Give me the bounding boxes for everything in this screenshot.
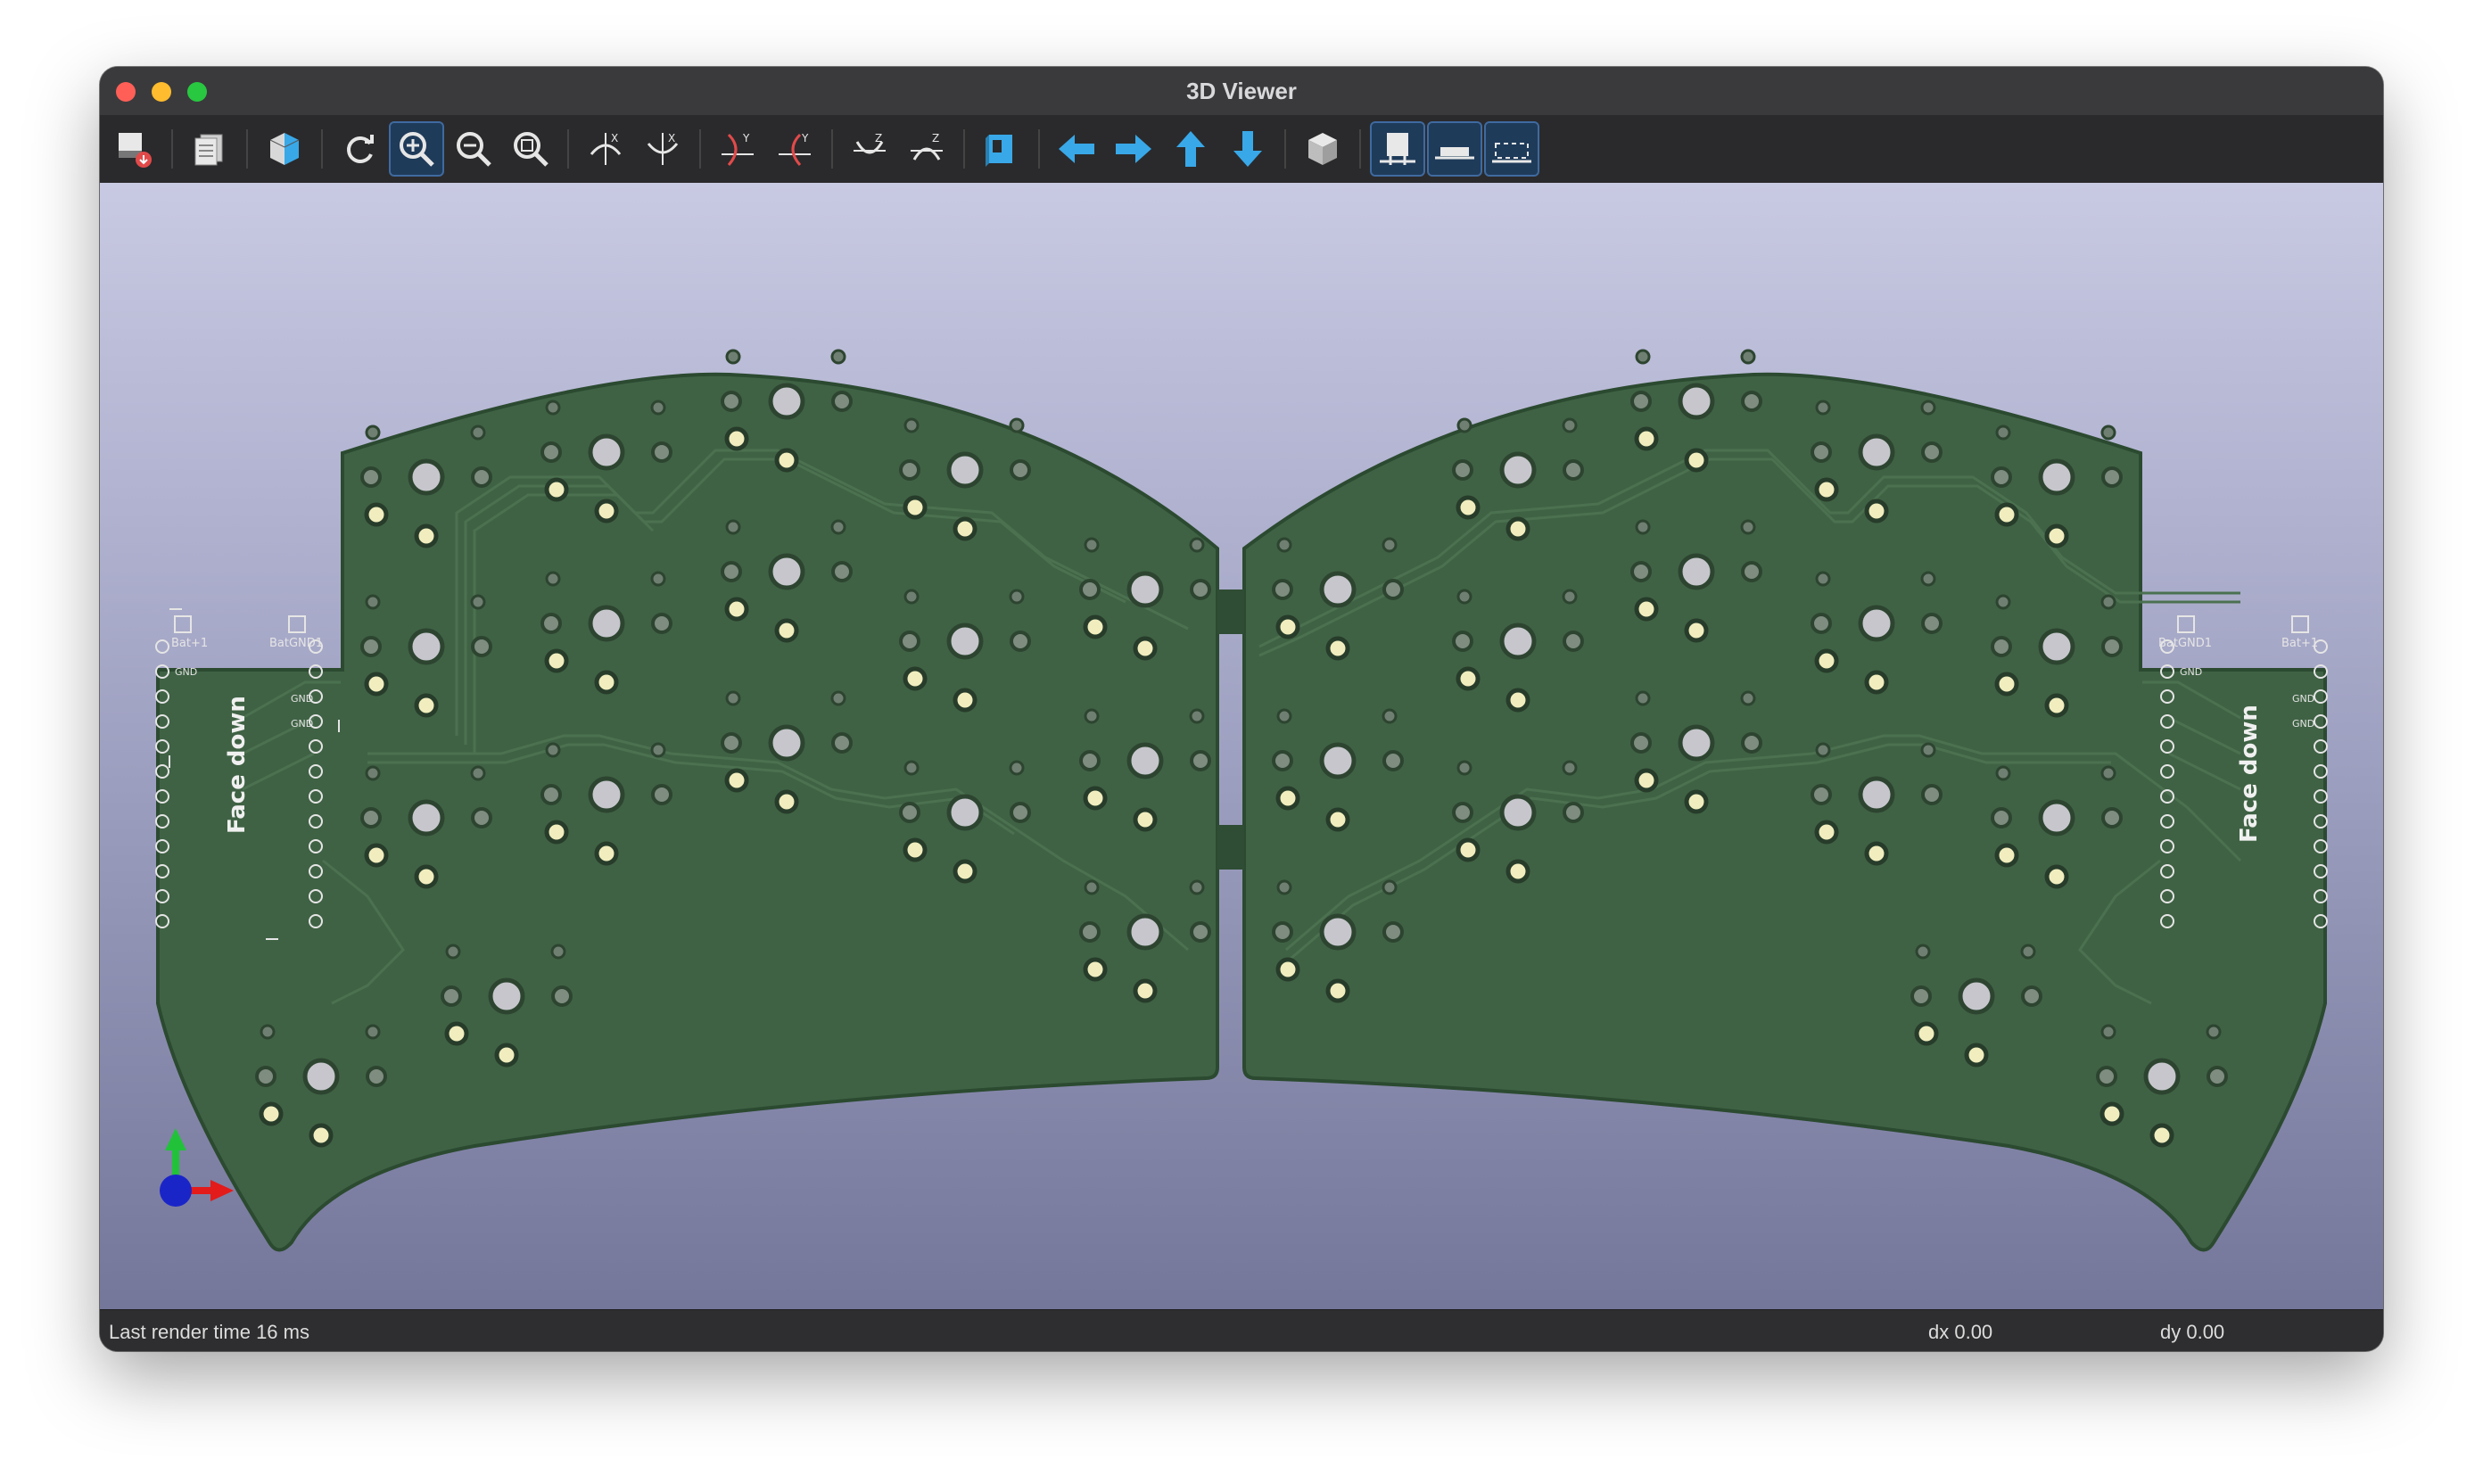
pin-label-gnd-right-2: GND bbox=[2292, 693, 2314, 705]
toolbar: X X Y Y Z Z bbox=[100, 115, 2383, 183]
maximize-window-button[interactable] bbox=[187, 82, 207, 102]
svg-text:Z: Z bbox=[875, 132, 882, 144]
rotate-x-cw-button[interactable]: X bbox=[580, 123, 631, 175]
move-down-button[interactable] bbox=[1222, 123, 1274, 175]
bridge-pads bbox=[1217, 589, 1244, 870]
rotate-y-cw-button[interactable]: Y bbox=[712, 123, 763, 175]
move-left-button[interactable] bbox=[1051, 123, 1102, 175]
status-bar: Last render time 16 ms dx 0.00 dy 0.00 bbox=[100, 1309, 2383, 1351]
export-image-button[interactable] bbox=[109, 123, 161, 175]
zoom-fit-button[interactable] bbox=[505, 123, 557, 175]
viewer-window: 3D Viewer X X Y Y Z Z Bat+1 BatGND1 GND … bbox=[100, 67, 2383, 1351]
show-smd-button[interactable] bbox=[1427, 121, 1482, 177]
toolbar-separator bbox=[699, 129, 701, 169]
pin-label-gnd-left-2: GND bbox=[291, 693, 313, 705]
rotate-y-icon: Y bbox=[722, 132, 754, 166]
rotate-y-icon: Y bbox=[779, 132, 811, 166]
smd-icon bbox=[1435, 147, 1474, 160]
toolbar-separator bbox=[1359, 129, 1361, 169]
3d-viewport[interactable]: Bat+1 BatGND1 GND GND GND Face down BatG… bbox=[100, 183, 2383, 1309]
refresh-icon bbox=[347, 135, 374, 163]
copy-icon bbox=[194, 134, 223, 166]
toolbar-separator bbox=[246, 129, 248, 169]
zoom-out-icon bbox=[457, 132, 491, 167]
show-tht-button[interactable] bbox=[1370, 121, 1425, 177]
pin-label-gnd-left-1: GND bbox=[175, 666, 197, 678]
toolbar-separator bbox=[1284, 129, 1286, 169]
silkscreen-face-down-left: Face down bbox=[224, 696, 251, 834]
reload-button[interactable] bbox=[334, 123, 385, 175]
show-virtual-button[interactable] bbox=[1484, 121, 1539, 177]
svg-text:Z: Z bbox=[932, 132, 939, 144]
move-right-button[interactable] bbox=[1108, 123, 1159, 175]
pin-label-batgnd-right: BatGND1 bbox=[2158, 637, 2212, 650]
dx-readout: dx 0.00 bbox=[1928, 1321, 1993, 1343]
toolbar-separator bbox=[567, 129, 569, 169]
pcb-right-half bbox=[1242, 372, 2327, 1252]
toolbar-separator bbox=[321, 129, 323, 169]
zoom-in-button[interactable] bbox=[389, 121, 444, 177]
rotate-y-ccw-button[interactable]: Y bbox=[769, 123, 821, 175]
toolbar-separator bbox=[963, 129, 965, 169]
toolbar-separator bbox=[831, 129, 833, 169]
rotate-x-ccw-button[interactable]: X bbox=[637, 123, 689, 175]
render-time-text: Last render time 16 ms bbox=[109, 1321, 309, 1343]
svg-text:X: X bbox=[668, 132, 675, 144]
cube-icon bbox=[1308, 133, 1337, 165]
zoom-out-button[interactable] bbox=[448, 123, 499, 175]
pin-label-gnd-right-3: GND bbox=[2292, 718, 2314, 730]
arrow-left-icon bbox=[1059, 135, 1094, 163]
svg-text:X: X bbox=[611, 132, 618, 144]
title-bar: 3D Viewer bbox=[100, 67, 2383, 116]
rotate-x-icon: X bbox=[590, 132, 622, 165]
export-icon bbox=[119, 133, 152, 168]
pin-label-bat-plus-left: Bat+1 bbox=[171, 637, 208, 650]
tht-icon bbox=[1380, 133, 1415, 165]
zoom-in-icon bbox=[400, 132, 434, 167]
rotate-z-icon: Z bbox=[854, 132, 886, 154]
arrow-right-icon bbox=[1116, 135, 1151, 163]
pin-label-gnd-left-3: GND bbox=[291, 718, 313, 730]
rotate-z-cw-button[interactable]: Z bbox=[844, 123, 895, 175]
flip-icon bbox=[986, 135, 1012, 167]
svg-text:Y: Y bbox=[801, 132, 809, 144]
rotate-x-icon: X bbox=[647, 132, 679, 165]
close-window-button[interactable] bbox=[116, 82, 136, 102]
flip-board-button[interactable] bbox=[976, 123, 1027, 175]
virtual-icon bbox=[1492, 143, 1531, 163]
arrow-down-icon bbox=[1233, 131, 1262, 167]
silkscreen-face-down-right: Face down bbox=[2236, 705, 2263, 843]
pin-label-gnd-right-1: GND bbox=[2180, 666, 2202, 678]
zoom-fit-icon bbox=[514, 132, 549, 167]
orthographic-button[interactable] bbox=[1297, 123, 1349, 175]
cube-half-icon bbox=[269, 133, 300, 165]
window-title: 3D Viewer bbox=[1186, 77, 1297, 104]
rotate-z-ccw-button[interactable]: Z bbox=[901, 123, 953, 175]
copy-button[interactable] bbox=[184, 123, 235, 175]
dy-readout: dy 0.00 bbox=[2160, 1321, 2225, 1343]
minimize-window-button[interactable] bbox=[152, 82, 171, 102]
pin-label-bat-plus-right: Bat+1 bbox=[2281, 637, 2318, 650]
pcb-left-half bbox=[156, 372, 1219, 1252]
pcb-render: Bat+1 BatGND1 GND GND GND Face down BatG… bbox=[155, 183, 2328, 1252]
rotate-z-icon: Z bbox=[911, 132, 943, 161]
toolbar-separator bbox=[1038, 129, 1040, 169]
view-mode-button[interactable] bbox=[259, 123, 310, 175]
move-up-button[interactable] bbox=[1165, 123, 1217, 175]
pin-label-batgnd-left: BatGND1 bbox=[269, 637, 323, 650]
svg-text:Y: Y bbox=[742, 132, 750, 144]
toolbar-separator bbox=[171, 129, 173, 169]
arrow-up-icon bbox=[1176, 131, 1205, 167]
